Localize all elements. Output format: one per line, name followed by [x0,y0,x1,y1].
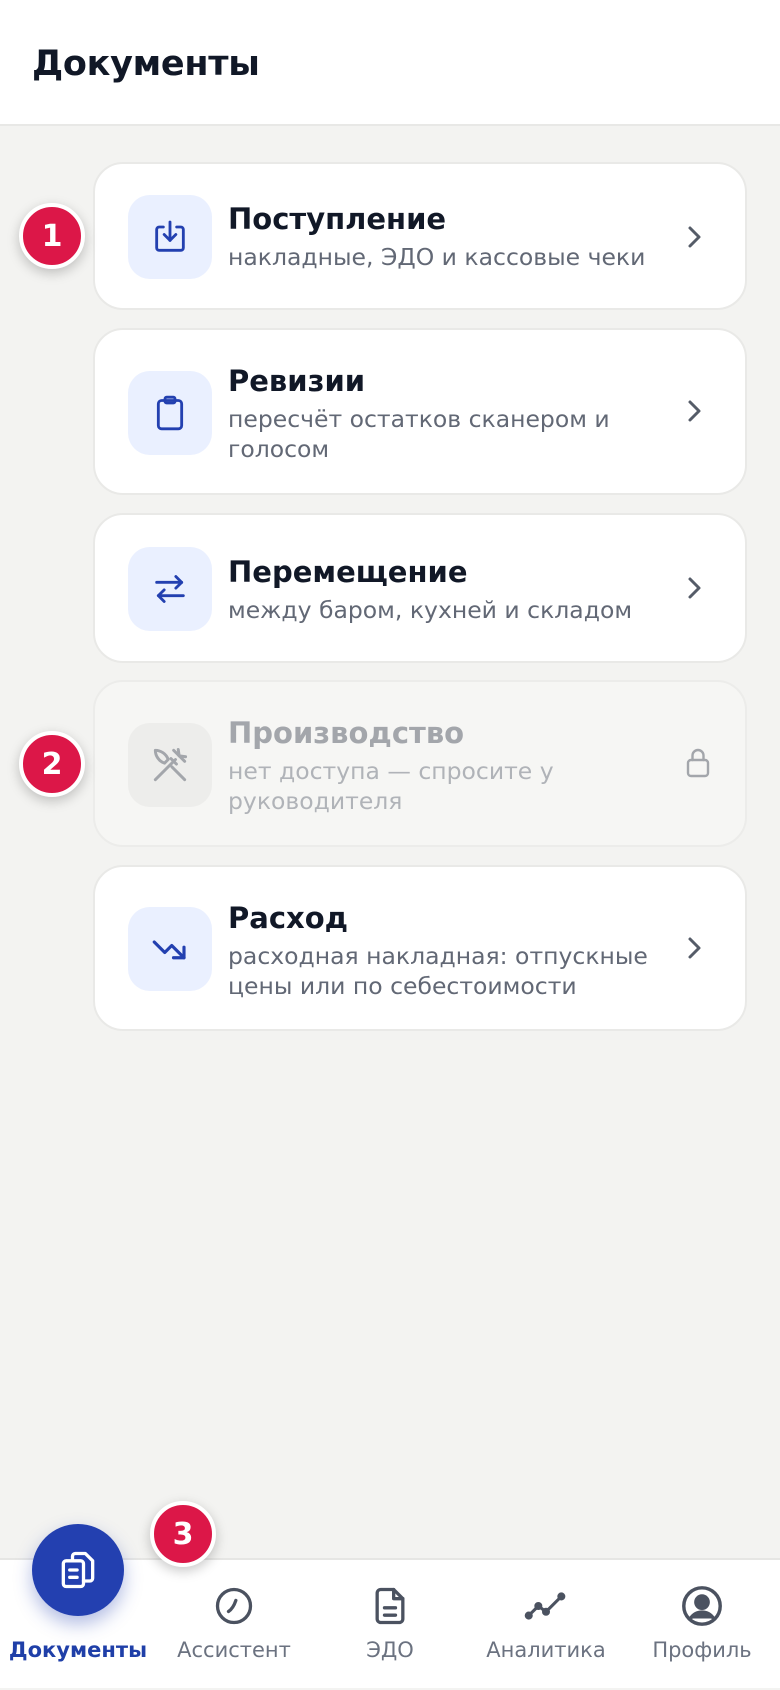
tab-analytics[interactable]: Аналитика [468,1560,624,1690]
tab-label: Ассистент [177,1638,291,1662]
card-title: Перемещение [228,555,468,589]
tab-profile[interactable]: Профиль [624,1560,780,1690]
card-title: Производство [228,716,465,750]
card-revizii[interactable]: Ревизии пересчёт остатков сканером и гол… [93,328,747,495]
card-title: Ревизии [228,364,366,398]
utensils-icon-box [128,723,212,807]
card-title: Расход [228,901,349,935]
tab-assistant[interactable]: Ассистент [156,1560,312,1690]
analytics-icon [522,1582,570,1630]
card-rashod[interactable]: Расход расходная накладная: отпускные це… [93,865,747,1031]
app-header: Документы [0,0,780,126]
step-badge-3: 3 [150,1501,216,1567]
card-postuplenie[interactable]: Поступление накладные, ЭДО и кассовые че… [93,162,747,310]
trend-down-icon [152,940,186,960]
lock-icon [685,748,711,778]
card-subtitle: пересчёт остатков сканером и голосом [228,405,610,463]
transfer-icon-box [128,547,212,631]
utensils-icon [153,747,188,782]
transfer-arrows-icon [155,575,185,603]
page-title: Документы [32,44,260,84]
card-proizvodstvo: Производство нет доступа — спросите у ру… [93,680,747,847]
documents-fab-button[interactable] [32,1524,124,1616]
chevron-right-icon [681,398,707,424]
card-subtitle: нет доступа — спросите у руководителя [228,757,554,815]
download-icon [155,220,185,252]
profile-icon [678,1582,726,1630]
trend-down-icon-box [128,907,212,991]
clipboard-icon-box [128,371,212,455]
step-badge-1: 1 [19,203,85,269]
card-subtitle: расходная накладная: отпускные цены или … [228,942,648,1000]
chevron-right-icon [681,935,707,961]
chevron-right-icon [681,224,707,250]
file-icon [366,1582,414,1630]
tab-label: ЭДО [366,1638,414,1662]
clipboard-icon [156,395,184,431]
step-badge-2: 2 [19,731,85,797]
card-title: Поступление [228,202,447,236]
tab-edo[interactable]: ЭДО [312,1560,468,1690]
card-subtitle: накладные, ЭДО и кассовые чеки [228,243,646,271]
tab-label: Профиль [652,1638,752,1662]
chevron-right-icon [681,575,707,601]
tab-label: Документы [8,1638,148,1662]
download-icon-box [128,195,212,279]
documents-icon [61,1551,95,1589]
assistant-icon [210,1582,258,1630]
card-subtitle: между баром, кухней и складом [228,596,633,624]
card-peremeshchenie[interactable]: Перемещение между баром, кухней и складо… [93,513,747,663]
tab-label: Аналитика [486,1638,606,1662]
